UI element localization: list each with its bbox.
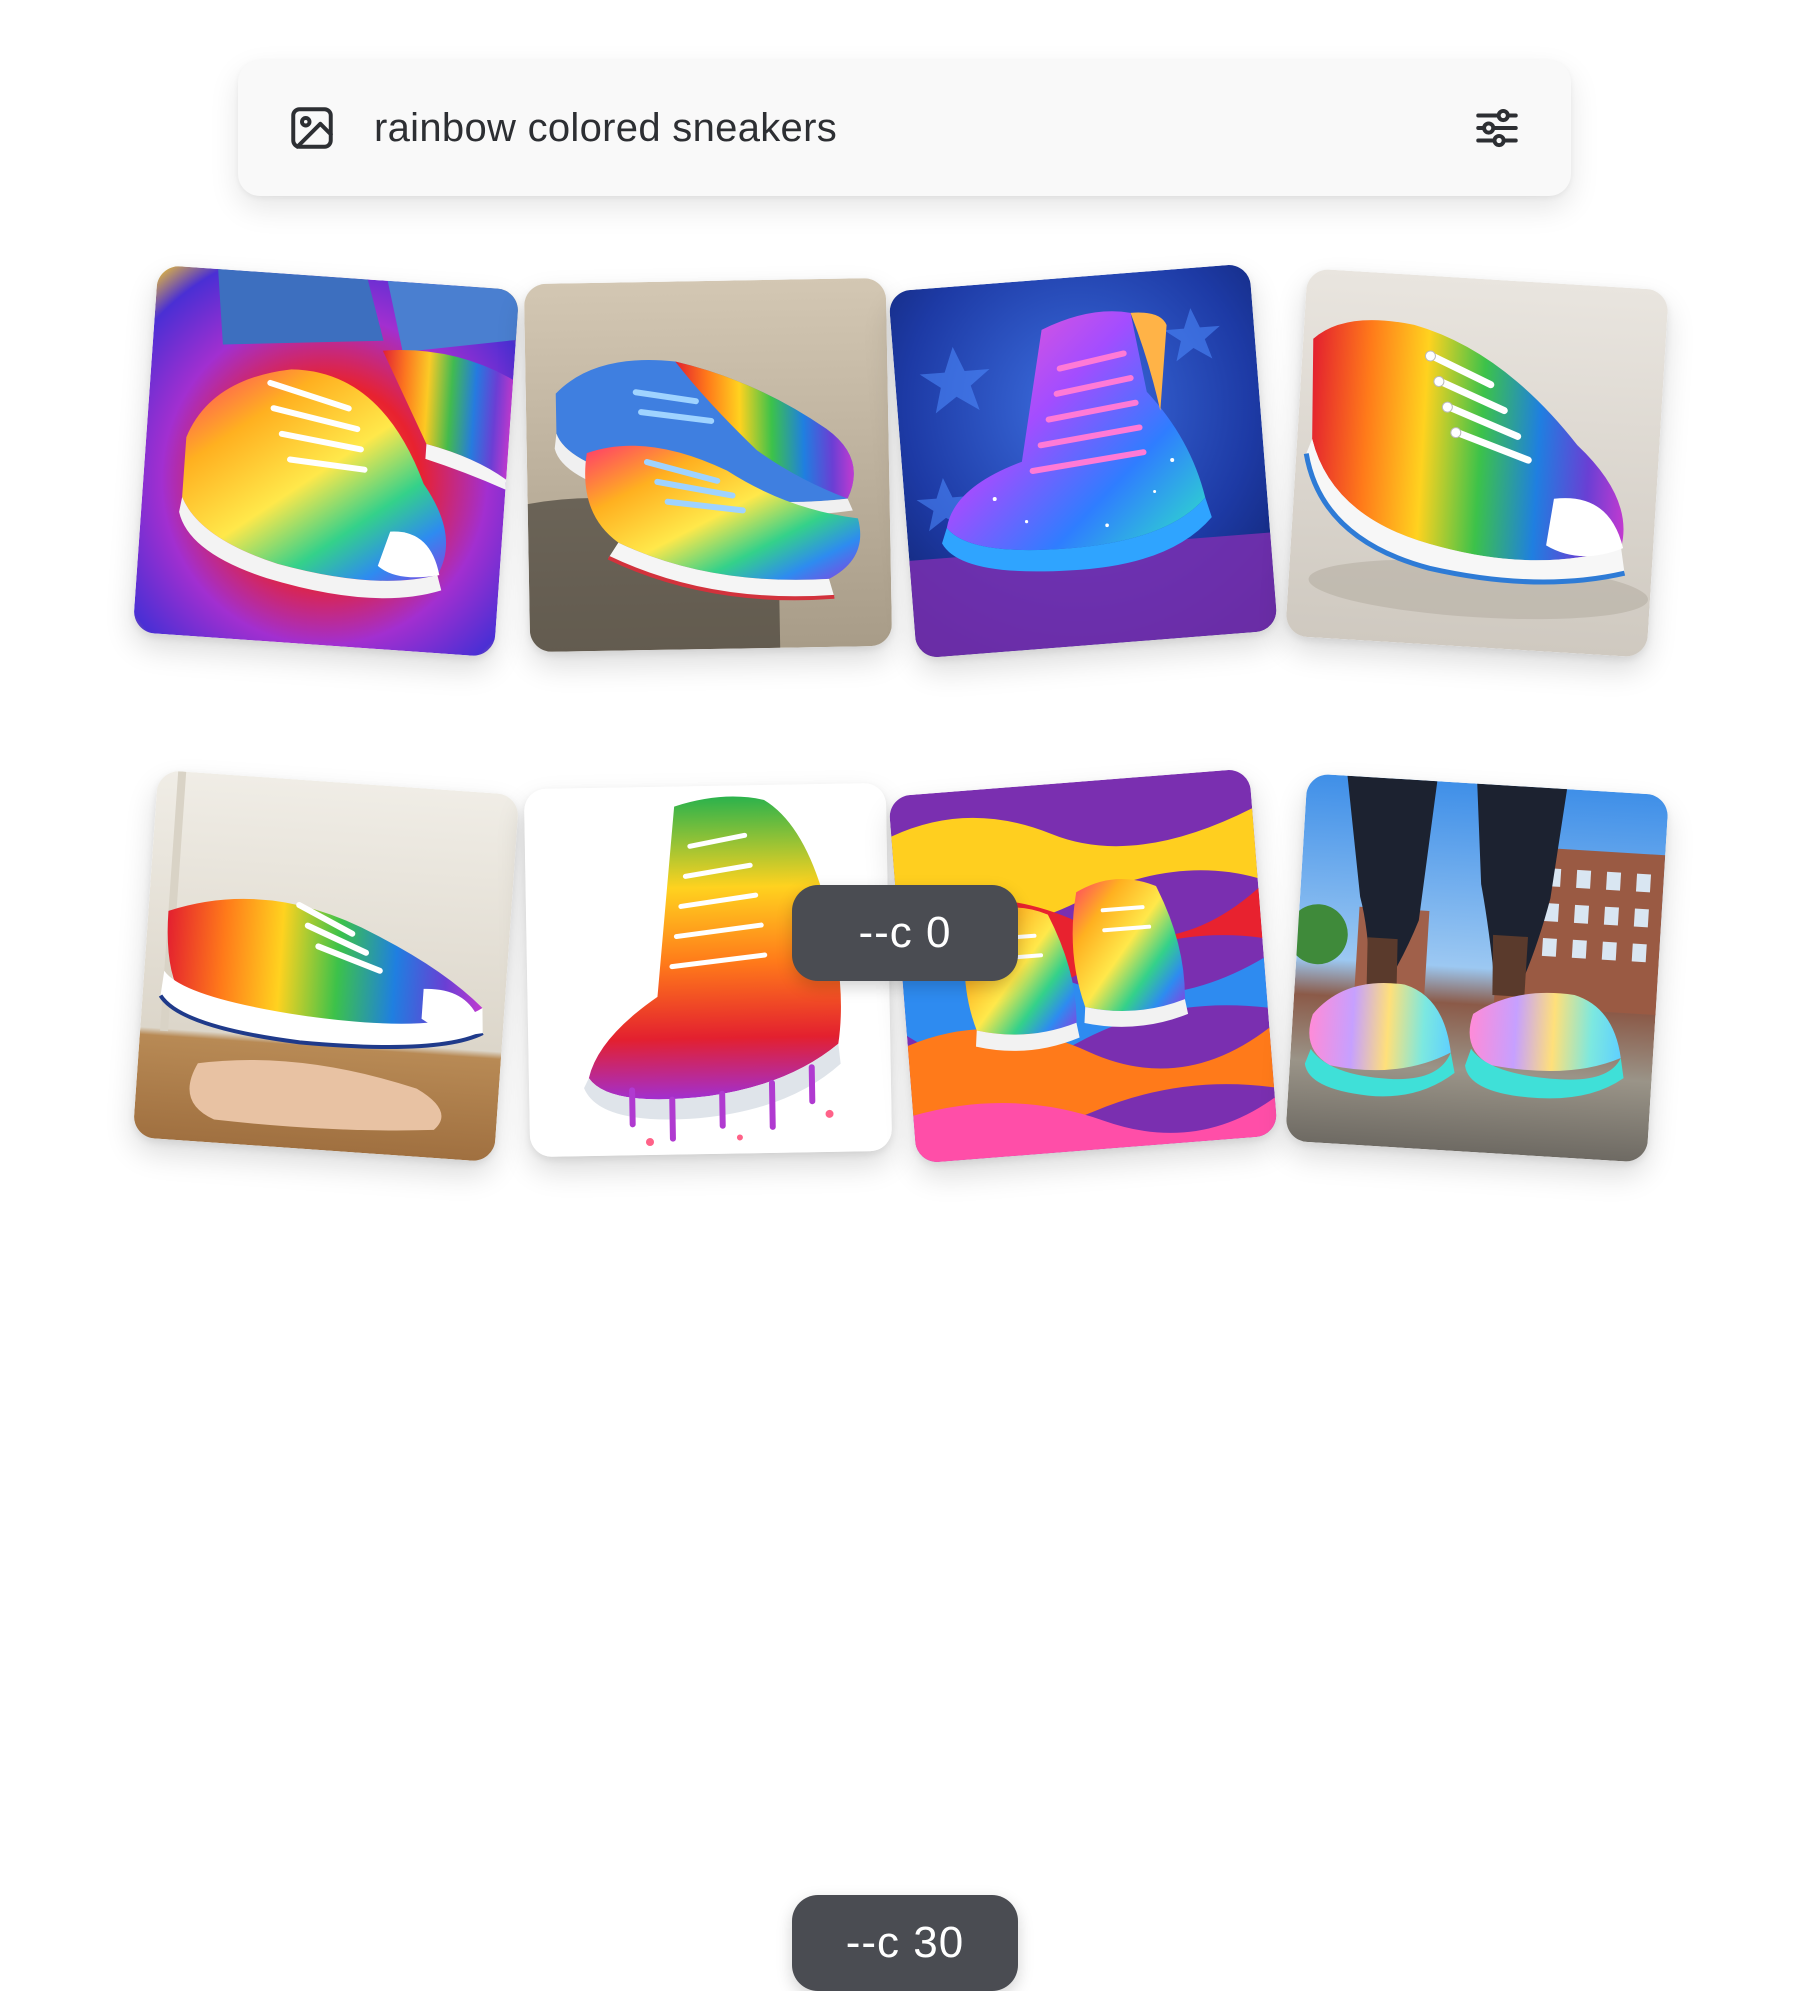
result-row-c0: --c 0 <box>0 263 1800 981</box>
prompt-text[interactable]: rainbow colored sneakers <box>374 106 1469 151</box>
result-image-8[interactable] <box>1285 773 1669 1163</box>
image-icon[interactable] <box>284 100 340 156</box>
result-image-5[interactable] <box>132 769 520 1163</box>
result-image-3[interactable] <box>888 263 1278 659</box>
prompt-bar[interactable]: rainbow colored sneakers <box>238 60 1571 196</box>
chaos-label-c30: --c 30 <box>792 1895 1018 1991</box>
settings-button[interactable] <box>1469 100 1525 156</box>
chaos-label-c0: --c 0 <box>792 885 1018 981</box>
sliders-icon <box>1476 108 1518 148</box>
result-image-2[interactable] <box>523 277 893 653</box>
result-image-1[interactable] <box>132 264 520 658</box>
result-image-4[interactable] <box>1285 268 1669 658</box>
